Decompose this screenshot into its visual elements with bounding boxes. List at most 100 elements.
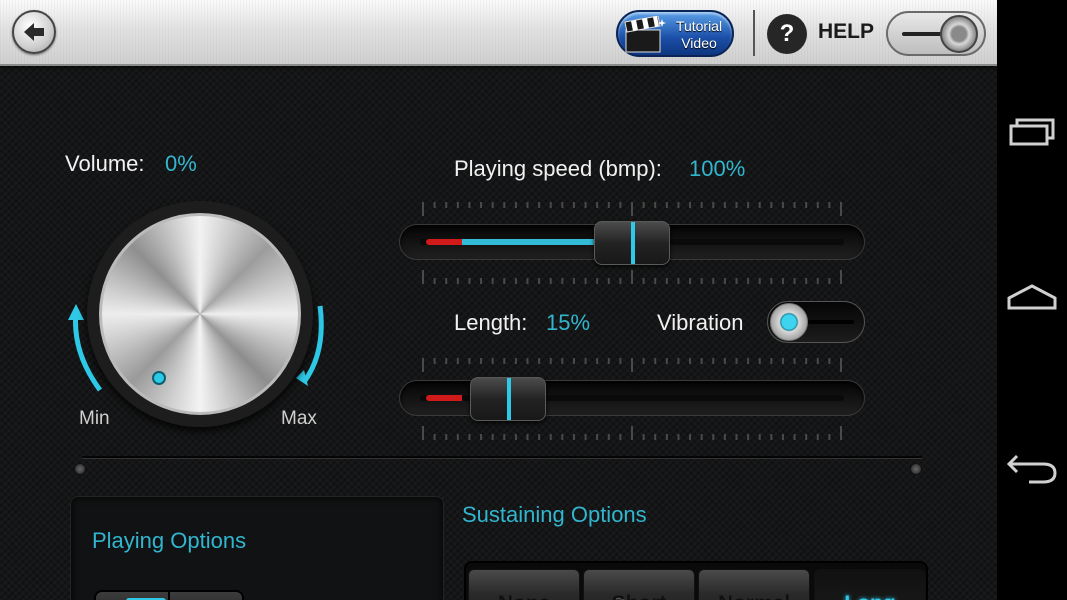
- tick-mark: [619, 202, 622, 208]
- help-label[interactable]: HELP: [818, 20, 874, 44]
- tick-mark: [793, 358, 796, 364]
- volume-knob-indicator: [152, 371, 166, 385]
- tick-mark: [735, 278, 738, 284]
- sustain-option-long[interactable]: Long: [814, 569, 926, 600]
- tick-mark: [468, 202, 471, 208]
- tick-mark: [445, 434, 448, 440]
- tick-mark: [689, 202, 692, 208]
- tick-mark: [735, 202, 738, 208]
- back-arrow-icon: [24, 23, 44, 41]
- tick-mark: [456, 358, 459, 364]
- sustaining-options-group: None Short Normal Long: [464, 561, 928, 600]
- playing-options-selector[interactable]: [94, 590, 244, 600]
- tick-mark: [584, 202, 587, 208]
- sustain-option-normal[interactable]: Normal: [698, 569, 810, 600]
- tick-mark: [538, 278, 541, 284]
- home-button[interactable]: [1007, 276, 1057, 326]
- tick-mark: [816, 358, 819, 364]
- tutorial-video-button[interactable]: Tutorial Video: [616, 10, 734, 57]
- tick-mark: [840, 358, 842, 372]
- help-button[interactable]: ?: [767, 14, 807, 54]
- speed-value: 100%: [689, 156, 746, 181]
- tick-mark: [828, 434, 831, 440]
- tick-mark: [665, 358, 668, 364]
- tick-mark: [781, 434, 784, 440]
- tick-mark: [677, 278, 680, 284]
- tick-mark: [607, 358, 610, 364]
- tick-mark: [712, 358, 715, 364]
- tick-mark: [456, 278, 459, 284]
- tick-mark: [654, 358, 657, 364]
- recents-button[interactable]: [1007, 108, 1057, 158]
- tick-mark: [538, 434, 541, 440]
- tick-mark: [491, 278, 494, 284]
- tick-mark: [572, 202, 575, 208]
- sustain-option-none[interactable]: None: [468, 569, 580, 600]
- tick-mark: [758, 278, 761, 284]
- tick-mark: [770, 202, 773, 208]
- tick-mark: [689, 358, 692, 364]
- tick-mark: [433, 358, 436, 364]
- tick-mark: [445, 202, 448, 208]
- tick-mark: [514, 358, 517, 364]
- tick-mark: [480, 278, 483, 284]
- tick-mark: [665, 434, 668, 440]
- tick-mark: [480, 434, 483, 440]
- home-icon: [1007, 284, 1057, 310]
- tick-mark: [642, 358, 645, 364]
- tick-mark: [723, 358, 726, 364]
- tick-mark: [654, 202, 657, 208]
- tick-mark: [561, 278, 564, 284]
- tick-mark: [770, 434, 773, 440]
- tick-mark: [758, 202, 761, 208]
- tick-mark: [549, 358, 552, 364]
- tick-mark: [514, 434, 517, 440]
- tick-mark: [596, 358, 599, 364]
- tick-mark: [712, 202, 715, 208]
- tick-mark: [596, 202, 599, 208]
- sustain-option-short[interactable]: Short: [583, 569, 695, 600]
- screw-right: [910, 463, 922, 475]
- tick-mark: [572, 358, 575, 364]
- tick-mark: [840, 202, 842, 216]
- tick-mark: [631, 270, 633, 284]
- tick-mark: [700, 202, 703, 208]
- tick-mark: [549, 202, 552, 208]
- tick-mark: [816, 278, 819, 284]
- tick-mark: [735, 434, 738, 440]
- tick-mark: [677, 358, 680, 364]
- volume-knob[interactable]: [87, 201, 313, 427]
- tick-mark: [642, 202, 645, 208]
- tick-mark: [723, 202, 726, 208]
- toggle-knob[interactable]: [940, 15, 978, 53]
- speed-slider-thumb[interactable]: [594, 221, 670, 265]
- tick-mark: [793, 202, 796, 208]
- speed-slider-fill: [462, 239, 605, 245]
- back-icon: [1006, 454, 1057, 484]
- tick-mark: [422, 426, 424, 440]
- clapperboard-icon: [624, 16, 666, 53]
- vibration-toggle[interactable]: [767, 301, 865, 343]
- tick-mark: [480, 358, 483, 364]
- tick-mark: [770, 358, 773, 364]
- tick-mark: [758, 434, 761, 440]
- back-button[interactable]: [12, 10, 56, 54]
- tick-mark: [828, 278, 831, 284]
- nav-back-button[interactable]: [1006, 442, 1057, 492]
- header-toggle-switch[interactable]: [886, 11, 986, 56]
- length-slider-thumb[interactable]: [470, 377, 547, 421]
- length-slider-track[interactable]: [399, 380, 865, 416]
- tick-mark: [607, 202, 610, 208]
- tutorial-label-line2: Video: [681, 35, 717, 51]
- tick-mark: [538, 202, 541, 208]
- volume-knob-face[interactable]: [99, 213, 301, 415]
- tick-mark: [770, 278, 773, 284]
- tick-mark: [561, 358, 564, 364]
- tick-mark: [584, 358, 587, 364]
- tick-mark: [491, 434, 494, 440]
- tick-mark: [422, 202, 424, 216]
- tick-mark: [422, 270, 424, 284]
- speed-slider-red-fill: [426, 239, 462, 245]
- tick-mark: [712, 278, 715, 284]
- vibration-toggle-knob[interactable]: [770, 303, 808, 341]
